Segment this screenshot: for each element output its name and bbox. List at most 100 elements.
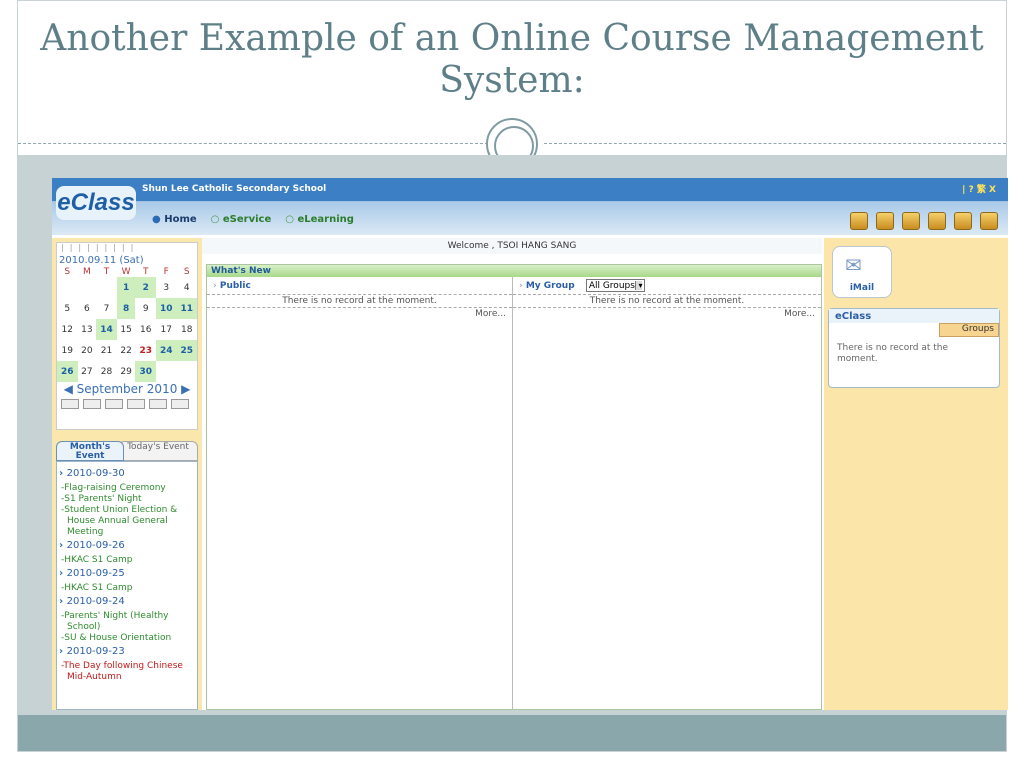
event-date[interactable]: 2010-09-23 <box>59 646 195 657</box>
tool-icon-1[interactable] <box>850 212 868 230</box>
view-button-6[interactable] <box>171 399 189 409</box>
top-links[interactable]: | ? 繁 X <box>962 182 996 195</box>
calendar-day[interactable]: 13 <box>78 319 97 340</box>
event-date[interactable]: 2010-09-26 <box>59 540 195 551</box>
tool-icon-4[interactable] <box>928 212 946 230</box>
calendar-day[interactable]: 16 <box>135 319 156 340</box>
my-group-column: My Group All Groups There is no record a… <box>513 277 821 709</box>
next-month-icon[interactable]: ▶ <box>181 382 190 396</box>
toolbar-icons <box>850 212 998 230</box>
event-item[interactable]: -SU & House Orientation <box>59 633 195 644</box>
event-item[interactable]: -The Day following Chinese Mid-Autumn <box>59 661 195 683</box>
welcome-message: Welcome , TSOI HANG SANG <box>202 238 822 254</box>
calendar-day[interactable]: 9 <box>135 298 156 319</box>
my-group-more-link[interactable]: More... <box>513 308 821 321</box>
right-column: ✉ iMail eClass Groups There is no record… <box>824 238 1008 710</box>
event-date[interactable]: 2010-09-30 <box>59 468 195 479</box>
calendar-day[interactable]: 23 <box>135 340 156 361</box>
calendar-day[interactable]: 19 <box>57 340 78 361</box>
view-button-5[interactable] <box>149 399 167 409</box>
calendar-day[interactable]: 6 <box>78 298 97 319</box>
calendar-grid: S M T W T F S 1 2 3 4 5 6 7 8 9 10 11 12… <box>57 266 197 382</box>
main-nav: Home eService eLearning <box>152 214 354 225</box>
calendar-day[interactable]: 3 <box>156 277 177 298</box>
calendar-day[interactable]: 12 <box>57 319 78 340</box>
groups-tab[interactable]: Groups <box>939 323 999 337</box>
imail-button[interactable]: ✉ iMail <box>832 246 892 298</box>
event-list: 2010-09-30 -Flag-raising Ceremony -S1 Pa… <box>56 461 198 710</box>
nav-home[interactable]: Home <box>152 214 196 225</box>
calendar-month-label: September 2010 <box>76 382 178 396</box>
tool-icon-2[interactable] <box>876 212 894 230</box>
calendar-day <box>57 277 78 298</box>
tab-months-event[interactable]: Month's Event <box>56 441 124 461</box>
group-select[interactable]: All Groups <box>585 279 646 292</box>
calendar-day[interactable]: 15 <box>117 319 136 340</box>
tab-todays-event[interactable]: Today's Event <box>118 441 198 461</box>
public-label[interactable]: Public <box>220 281 251 291</box>
eclass-logo[interactable]: eClass <box>56 186 136 220</box>
event-date[interactable]: 2010-09-24 <box>59 596 195 607</box>
weekday: M <box>82 266 91 277</box>
event-item[interactable]: -Student Union Election & House Annual G… <box>59 505 195 538</box>
weekday: S <box>183 266 190 277</box>
calendar-day[interactable]: 8 <box>116 298 136 319</box>
view-button-2[interactable] <box>83 399 101 409</box>
tool-icon-6[interactable] <box>980 212 998 230</box>
calendar-current-date: 2010.09.11 (Sat) <box>59 255 144 266</box>
prev-month-icon[interactable]: ◀ <box>64 382 73 396</box>
calendar-day[interactable]: 4 <box>176 277 197 298</box>
calendar-day[interactable]: 24 <box>155 340 177 361</box>
calendar-view-buttons <box>57 396 197 412</box>
event-date[interactable]: 2010-09-25 <box>59 568 195 579</box>
public-more-link[interactable]: More... <box>207 308 512 321</box>
nav-eservice[interactable]: eService <box>211 214 271 225</box>
eclass-panel-title: eClass <box>829 309 999 323</box>
eclass-no-record: There is no record at the moment. <box>837 343 949 364</box>
calendar-day[interactable]: 1 <box>116 277 136 298</box>
event-item[interactable]: -HKAC S1 Camp <box>59 583 195 594</box>
calendar-day[interactable]: 14 <box>96 319 117 340</box>
calendar-day[interactable]: 22 <box>117 340 136 361</box>
calendar-day[interactable]: 11 <box>176 298 197 319</box>
calendar-day[interactable]: 17 <box>156 319 177 340</box>
whats-new-panel: What's New Public There is no record at … <box>206 264 822 710</box>
weekday: T <box>103 266 110 277</box>
calendar-day[interactable]: 27 <box>78 361 97 382</box>
calendar-day[interactable]: 10 <box>155 298 177 319</box>
calendar-day[interactable]: 25 <box>176 340 197 361</box>
calendar-day[interactable]: 2 <box>135 277 156 298</box>
calendar-day[interactable]: 18 <box>176 319 197 340</box>
event-item[interactable]: -HKAC S1 Camp <box>59 555 195 566</box>
calendar-day[interactable]: 7 <box>96 298 117 319</box>
view-button-4[interactable] <box>127 399 145 409</box>
tool-icon-3[interactable] <box>902 212 920 230</box>
tool-icon-5[interactable] <box>954 212 972 230</box>
calendar-day[interactable]: 21 <box>96 340 117 361</box>
event-item[interactable]: -Parents' Night (Healthy School) <box>59 611 195 633</box>
calendar-day[interactable]: 28 <box>96 361 117 382</box>
calendar-day[interactable]: 29 <box>117 361 136 382</box>
view-button-3[interactable] <box>105 399 123 409</box>
calendar-day[interactable]: 5 <box>57 298 78 319</box>
calendar: ❘❘❘❘❘❘❘❘❘ 2010.09.11 (Sat) S M T W T F S… <box>56 242 198 430</box>
weekday: T <box>142 266 149 277</box>
calendar-day[interactable]: 26 <box>57 361 78 382</box>
nav-elearning[interactable]: eLearning <box>285 214 353 225</box>
calendar-rings-icon: ❘❘❘❘❘❘❘❘❘ <box>59 243 138 252</box>
public-no-record: There is no record at the moment. <box>207 295 512 308</box>
calendar-day[interactable]: 30 <box>135 361 156 382</box>
calendar-day <box>156 361 177 382</box>
school-name: Shun Lee Catholic Secondary School <box>142 184 327 194</box>
event-item[interactable]: -Flag-raising Ceremony <box>59 483 195 494</box>
mail-icon: ✉ <box>845 253 862 277</box>
weekday: F <box>163 266 169 277</box>
calendar-day[interactable]: 20 <box>78 340 97 361</box>
divider-right <box>544 143 1006 144</box>
view-button-1[interactable] <box>61 399 79 409</box>
divider-left <box>18 143 488 144</box>
public-column: Public There is no record at the moment.… <box>207 277 513 709</box>
my-group-label[interactable]: My Group <box>526 281 575 291</box>
calendar-day <box>96 277 117 298</box>
event-item[interactable]: -S1 Parents' Night <box>59 494 195 505</box>
